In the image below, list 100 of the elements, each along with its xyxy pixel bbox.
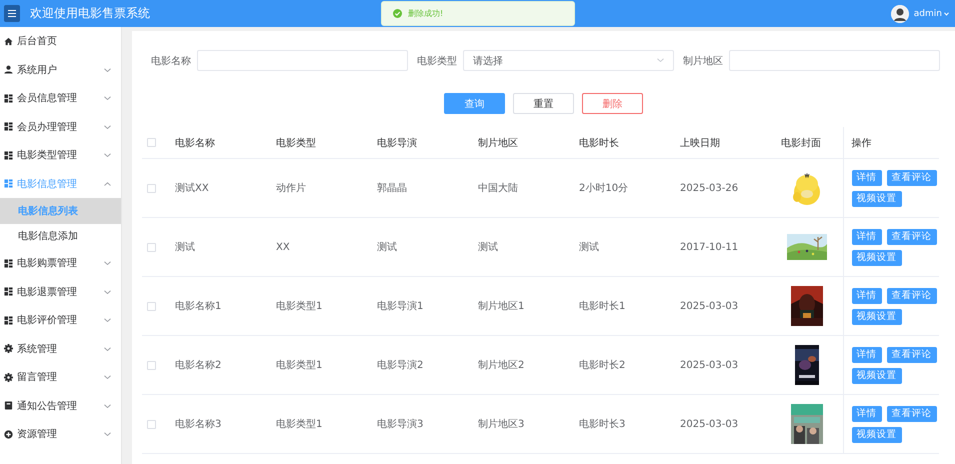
table-cell: 电影名称1	[175, 301, 222, 312]
sidebar-item[interactable]: 系统用户	[0, 56, 121, 84]
table-cell: 2017-10-11	[680, 242, 738, 252]
caret-icon	[944, 12, 949, 16]
gear-icon	[4, 372, 13, 382]
table-cell: 中国大陆	[478, 183, 518, 194]
sidebar-item[interactable]: 会员办理管理	[0, 112, 121, 141]
table-cell: 电影时长3	[579, 419, 626, 430]
table-cell: 2025-03-03	[680, 418, 738, 430]
sidebar-item[interactable]: 电影购票管理	[0, 249, 121, 278]
book-icon	[4, 401, 13, 410]
details-button[interactable]: 详情	[852, 288, 882, 304]
reviews-button[interactable]: 查看评论	[886, 406, 936, 422]
grid-icon	[4, 258, 13, 268]
video-settings-button[interactable]: 视频设置	[852, 308, 902, 324]
input-field[interactable]	[729, 50, 940, 71]
table-cell: 电影导演3	[377, 419, 424, 430]
sidebar-item[interactable]: 电影退票管理	[0, 278, 121, 306]
menu-button[interactable]	[4, 5, 20, 22]
sidebar-item[interactable]: 会员信息管理	[0, 84, 121, 112]
sidebar-subitem[interactable]: 电影信息列表	[0, 198, 121, 224]
table-cell: 测试	[175, 242, 195, 253]
table-cell: 动作片	[276, 183, 306, 194]
user-icon	[4, 65, 13, 74]
grid-icon	[4, 150, 13, 160]
table-cell: 电影类型1	[276, 419, 322, 430]
table-cell: 电影名称2	[175, 360, 222, 371]
menu-icon	[8, 10, 16, 17]
table-cell: 制片地区2	[478, 360, 524, 371]
checkbox[interactable]	[147, 138, 156, 147]
table-cell: 电影时长2	[579, 360, 626, 371]
sidebar-item[interactable]: 电影信息管理	[0, 170, 121, 198]
search-button[interactable]: 查询	[444, 93, 505, 114]
table-cell: 2小时10分	[579, 183, 628, 194]
checkbox[interactable]	[147, 184, 156, 192]
table-cell: 电影时长1	[579, 301, 626, 312]
field-label: 电影类型	[416, 54, 457, 68]
table-cell: 制片地区1	[478, 301, 524, 312]
input-field[interactable]	[197, 50, 408, 71]
toast-message: 删除成功!	[408, 8, 444, 19]
sidebar-subitem[interactable]: 电影信息添加	[0, 224, 121, 249]
details-button[interactable]: 详情	[852, 170, 882, 186]
select-field[interactable]: 请选择	[463, 50, 674, 71]
column-header: 电影封面	[781, 138, 821, 148]
column-header: 电影时长	[579, 138, 619, 148]
grid-icon	[4, 122, 13, 132]
column-header: 上映日期	[680, 138, 720, 148]
column-header: 电影名称	[175, 138, 215, 148]
grid-icon	[4, 179, 13, 188]
reviews-button[interactable]: 查看评论	[886, 288, 936, 304]
avatar[interactable]	[890, 4, 909, 22]
delete-button[interactable]: 删除	[582, 93, 643, 114]
user-menu[interactable]: admin	[914, 8, 949, 18]
table-cell: 电影导演2	[377, 360, 424, 371]
table-cell: 测试	[579, 242, 599, 253]
grid-icon	[4, 316, 13, 325]
reviews-button[interactable]: 查看评论	[886, 170, 936, 186]
sidebar-item[interactable]: 留言管理	[0, 363, 121, 392]
table-cell: 郭晶晶	[377, 183, 407, 194]
table-cell: 电影名称3	[175, 419, 222, 430]
details-button[interactable]: 详情	[852, 228, 882, 244]
reset-button[interactable]: 重置	[513, 93, 574, 114]
reviews-button[interactable]: 查看评论	[886, 346, 936, 362]
column-header: 电影类型	[276, 138, 316, 148]
video-settings-button[interactable]: 视频设置	[852, 426, 902, 442]
sidebar-item[interactable]: 电影类型管理	[0, 141, 121, 170]
field-label: 制片地区	[682, 54, 723, 68]
table-cell: 2025-03-03	[680, 300, 738, 312]
details-button[interactable]: 详情	[852, 346, 882, 362]
table-cell: 电影类型1	[276, 360, 322, 371]
table-cell: XX	[276, 242, 290, 252]
details-button[interactable]: 详情	[852, 406, 882, 422]
sidebar-item[interactable]: 系统管理	[0, 334, 121, 363]
plus-circle-icon	[4, 430, 13, 439]
column-header: 操作	[852, 138, 872, 148]
table-cell: 电影导演1	[377, 301, 424, 312]
field-label: 电影名称	[150, 54, 191, 68]
reviews-button[interactable]: 查看评论	[886, 228, 936, 244]
grid-icon	[4, 287, 13, 296]
app-title: 欢迎使用电影售票系统	[30, 5, 150, 22]
home-icon	[4, 36, 13, 46]
checkbox[interactable]	[147, 242, 156, 252]
table-cell: 测试	[478, 242, 498, 253]
table-cell: 2025-03-03	[680, 360, 738, 370]
gear-icon	[4, 344, 13, 354]
sidebar-item[interactable]: 资源管理	[0, 420, 121, 448]
table-cell: 2025-03-26	[680, 182, 738, 194]
video-settings-button[interactable]: 视频设置	[852, 190, 902, 206]
checkbox[interactable]	[147, 360, 156, 370]
chevron-down-icon	[657, 58, 664, 63]
video-settings-button[interactable]: 视频设置	[852, 250, 902, 266]
sidebar-item[interactable]: 后台首页	[0, 27, 121, 56]
checkbox[interactable]	[147, 420, 156, 428]
video-settings-button[interactable]: 视频设置	[852, 368, 902, 384]
sidebar-item[interactable]: 电影评价管理	[0, 306, 121, 334]
column-header: 制片地区	[478, 138, 518, 148]
table-cell: 制片地区3	[478, 419, 524, 430]
checkbox[interactable]	[147, 302, 156, 310]
sidebar-item[interactable]: 通知公告管理	[0, 392, 121, 420]
table-cell: 测试	[377, 242, 397, 253]
